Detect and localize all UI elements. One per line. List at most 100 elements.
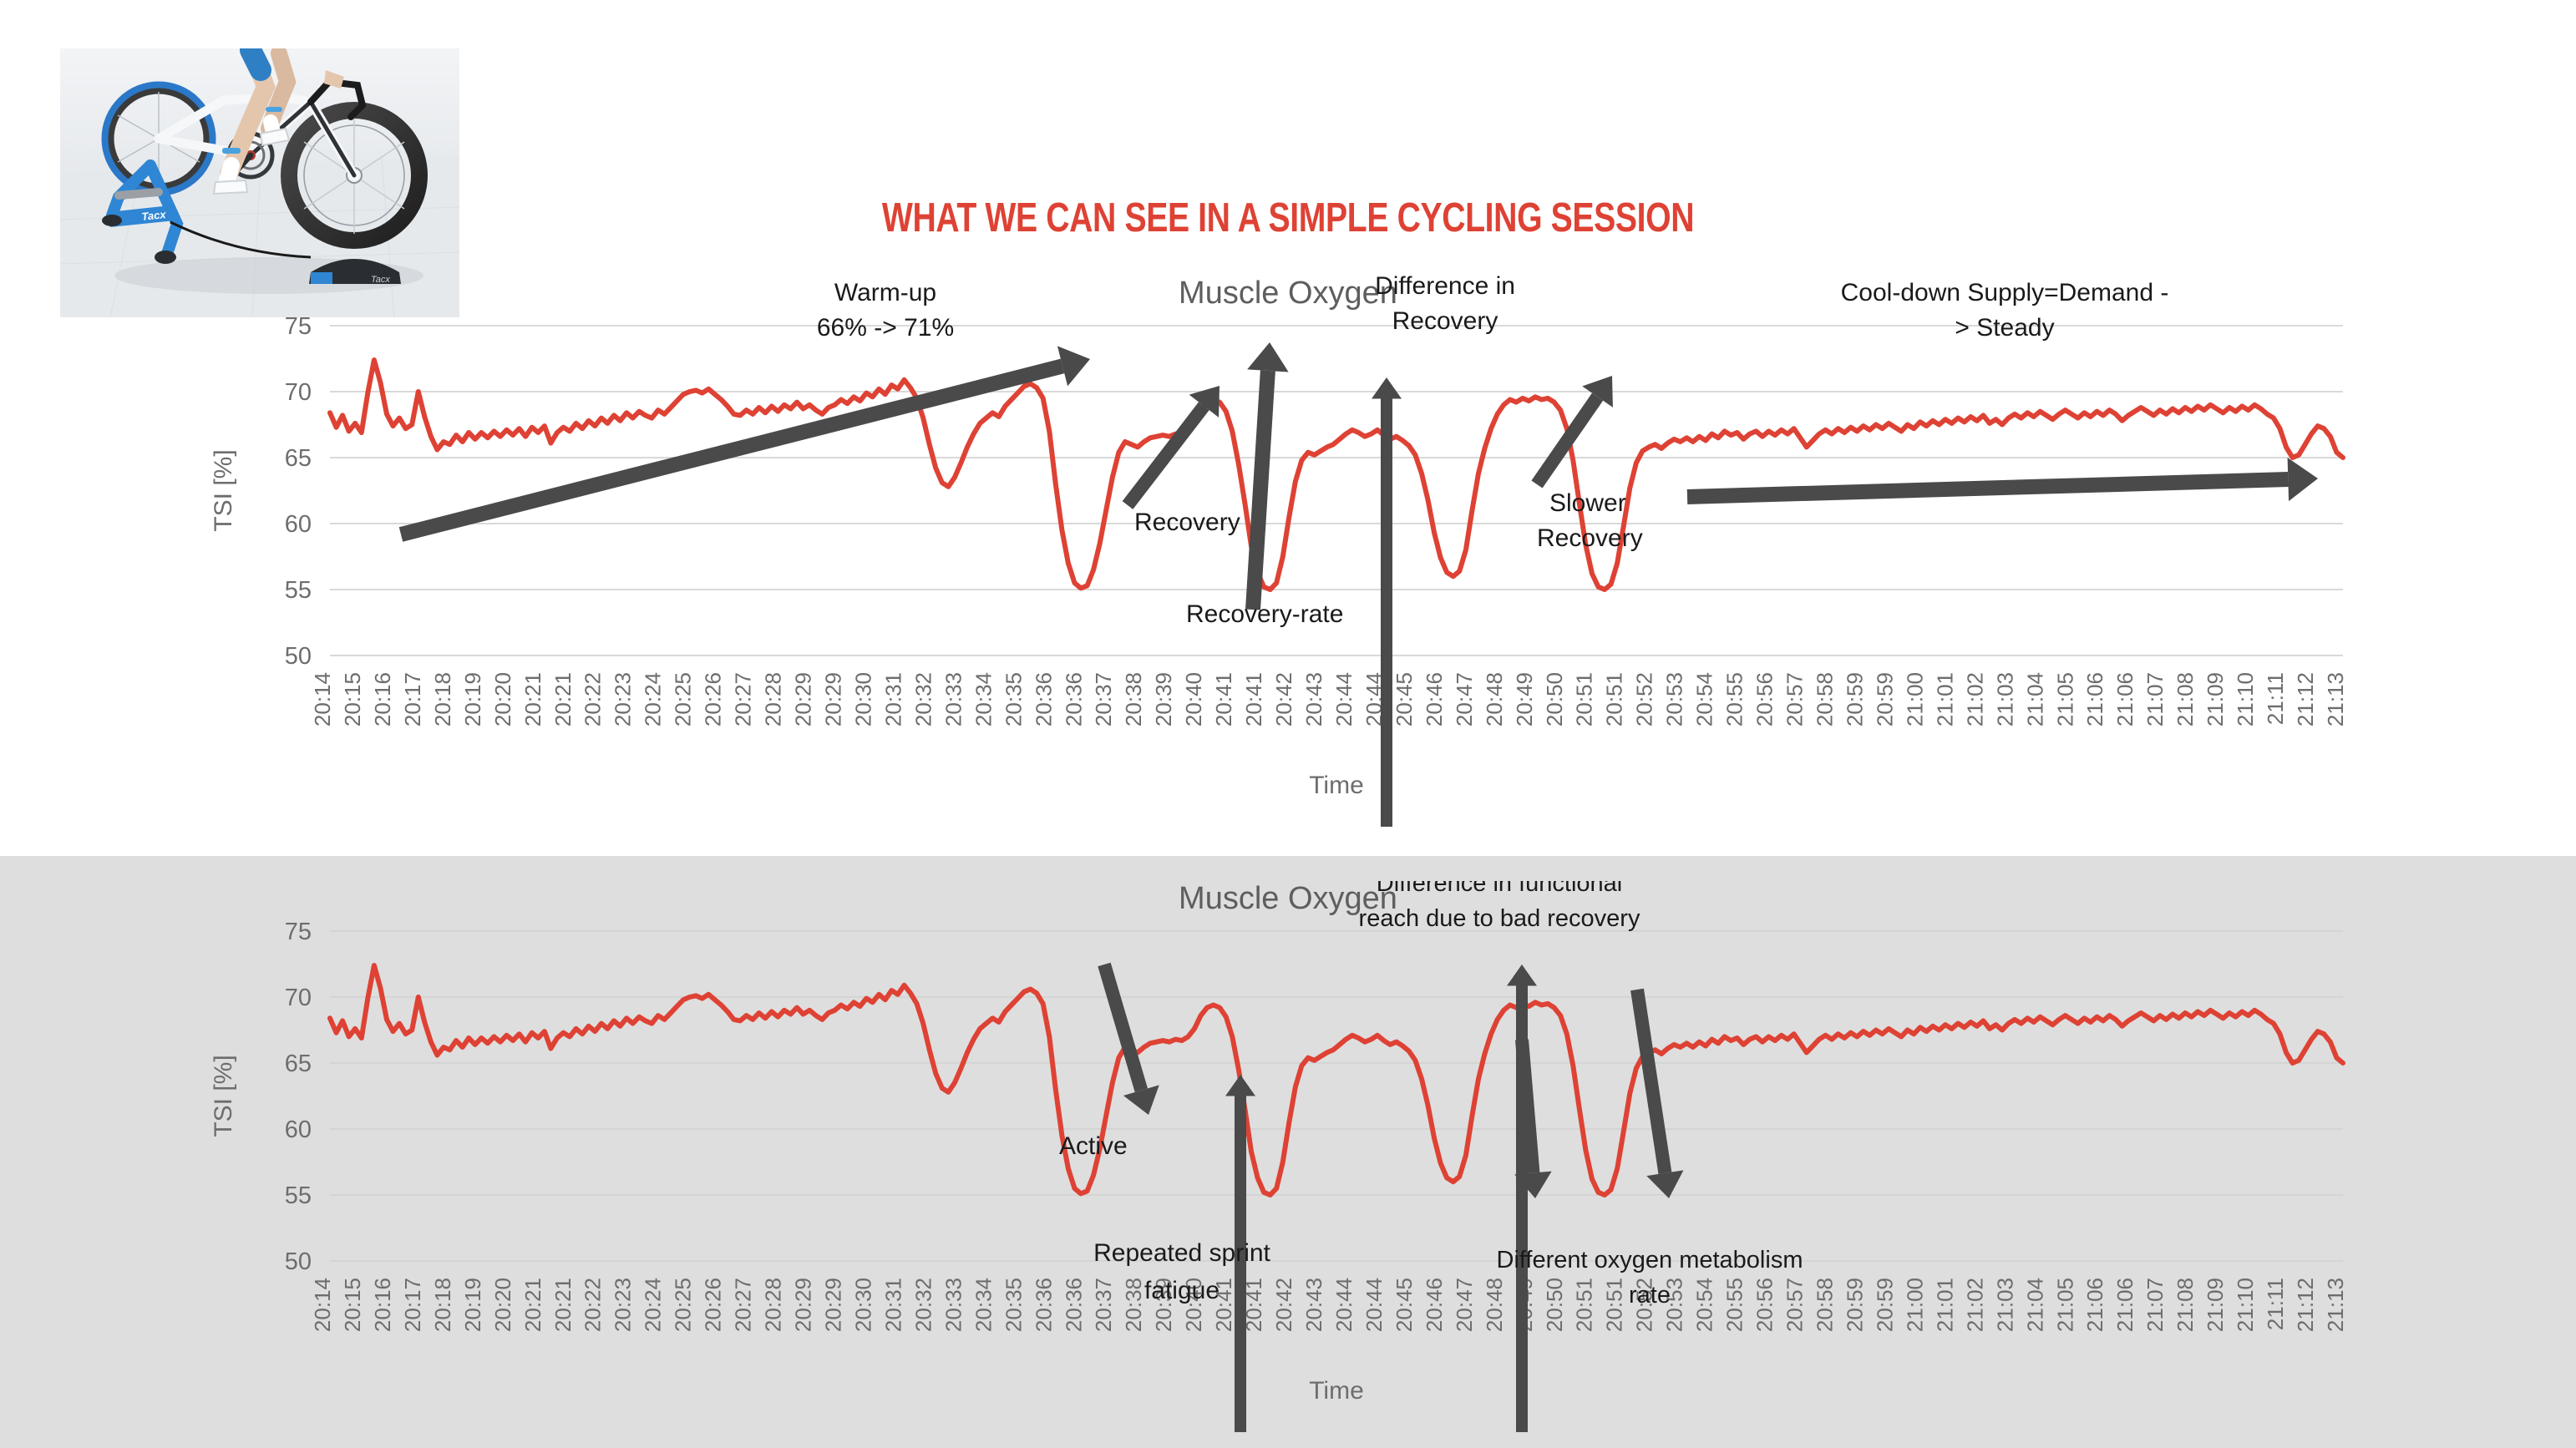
x-axis-tick-label: 20:33: [941, 672, 966, 727]
x-axis-tick-label: 20:59: [1872, 1278, 1897, 1332]
x-axis-tick-label: 21:06: [2112, 1278, 2137, 1332]
svg-text:Tacx: Tacx: [141, 208, 167, 223]
x-axis-tick-label: 20:45: [1392, 672, 1417, 727]
x-axis-tick-label: 20:47: [1452, 1278, 1477, 1332]
x-axis-tick-label: 20:41: [1211, 672, 1236, 727]
x-axis-tick-label: 21:05: [2052, 1278, 2077, 1332]
y-axis-tick-label: 70: [285, 985, 312, 1011]
annotation-label-recovery: Recovery: [1134, 509, 1240, 536]
x-axis-tick-label: 20:25: [671, 672, 696, 727]
annotation-label-warmup-line1: Warm-up: [834, 279, 936, 306]
y-axis-tick-label: 70: [285, 379, 312, 406]
x-axis-tick-label: 20:36: [1031, 1278, 1056, 1332]
x-axis-tick-label: 20:38: [1121, 672, 1146, 727]
x-axis-tick-label: 21:11: [2263, 672, 2288, 725]
x-axis-tick-label: 20:59: [1842, 672, 1867, 727]
annotation-arrow-recovery-rate: [1245, 342, 1289, 610]
x-axis-tick-label: 20:21: [520, 672, 545, 727]
x-axis-tick-label: 20:30: [850, 672, 875, 727]
x-axis-tick-label: 20:44: [1362, 1278, 1387, 1332]
x-axis-tick-label: 21:06: [2082, 672, 2107, 727]
x-axis-tick-label: 20:26: [701, 1278, 726, 1332]
y-axis-tick-label: 65: [285, 445, 312, 472]
x-axis-tick-label: 20:35: [1001, 672, 1026, 727]
annotation-arrow-recovery-rate-shaft: [1245, 370, 1275, 610]
x-axis-tick-label: 21:01: [1932, 1278, 1957, 1332]
chart-muscle-oxygen-top: Muscle Oxygen 75 70 65 60 55 50 TSI [%] 20:14 20…: [0, 276, 2576, 827]
annotation-label-functional-line1: Difference in functional: [1377, 881, 1622, 897]
x-axis-tick-label: 20:48: [1482, 1278, 1507, 1332]
annotation-arrow-active-shaft: [1098, 962, 1149, 1092]
x-axis-tick-label: 20:54: [1692, 1278, 1717, 1332]
x-axis-tick-label: 20:46: [1422, 672, 1447, 727]
y-axis-title: TSI [%]: [210, 1055, 237, 1137]
x-axis-tick-label: 20:50: [1542, 672, 1567, 727]
x-axis-tick-label: 20:15: [340, 672, 365, 727]
x-axis-tick-label: 20:19: [460, 672, 485, 727]
x-axis-tick-label: 21:13: [2323, 672, 2348, 727]
x-axis-tick-label: 20:29: [820, 672, 845, 727]
annotation-label-metabolism-line2: rate: [1629, 1282, 1671, 1309]
x-axis-tick-label: 20:17: [400, 672, 425, 727]
x-axis-tick-label: 21:03: [1992, 672, 2017, 727]
x-axis-tick-label: 21:09: [2203, 672, 2228, 727]
x-axis-tick-label: 20:39: [1151, 672, 1176, 727]
annotation-arrow-metabolism-2-shaft: [1630, 988, 1672, 1174]
x-axis-tick-label: 21:03: [1992, 1278, 2017, 1332]
annotation-label-functional-line2: reach due to bad recovery: [1359, 905, 1640, 932]
x-axis-title: Time: [1309, 772, 1364, 799]
x-axis-tick-label: 20:20: [490, 1278, 515, 1332]
x-axis-tick-label: 20:30: [850, 1278, 875, 1332]
x-axis-tick-label: 21:07: [2142, 672, 2168, 727]
annotation-arrow-metabolism-2: [1630, 988, 1684, 1198]
x-axis-tick-label: 20:32: [910, 672, 936, 727]
x-axis-tick-label: 21:09: [2203, 1278, 2228, 1332]
annotation-label-slower-line2: Recovery: [1537, 524, 1643, 552]
x-axis-tick-label: 21:06: [2112, 672, 2137, 727]
x-axis-tick-label: 20:16: [370, 1278, 395, 1332]
x-axis-tick-label: 20:34: [971, 1278, 996, 1332]
annotation-label-sprint-line2: fatigue: [1144, 1277, 1220, 1304]
chart-canvas-top: 757065605550TSI [%]20:14 20:15 20:16 20:17 2…: [210, 276, 2348, 827]
x-axis-tick-label: 20:16: [370, 672, 395, 727]
x-axis-tick-label: 20:36: [1061, 1278, 1086, 1332]
annotation-label-recovery-rate: Recovery-rate: [1186, 600, 1343, 628]
x-axis-tick-label: 20:58: [1813, 1278, 1838, 1332]
y-axis-title: TSI [%]: [210, 449, 237, 531]
annotation-arrow-recovery-rate-head: [1247, 342, 1289, 372]
annotation-label-warmup-line2: 66% -> 71%: [817, 314, 954, 342]
x-axis-title: Time: [1309, 1377, 1364, 1405]
annotation-label-diff-recovery-line1: Difference in: [1375, 276, 1515, 300]
annotation-label-cooldown-line2: > Steady: [1955, 314, 2054, 342]
x-axis-tick-label: 21:10: [2233, 672, 2258, 727]
x-axis-tick-label: 20:58: [1813, 672, 1838, 727]
page-title: WHAT WE CAN SEE IN A SIMPLE CYCLING SESS…: [881, 195, 1695, 240]
y-axis-tick-label: 50: [285, 1248, 312, 1275]
annotation-label-active: Active: [1059, 1132, 1128, 1160]
x-axis-tick-label: 20:37: [1091, 1278, 1116, 1332]
x-axis-tick-label: 20:51: [1602, 1278, 1627, 1332]
annotation-label-diff-recovery-line2: Recovery: [1392, 307, 1498, 335]
y-axis-tick-label: 75: [285, 313, 312, 340]
x-axis-tick-label: 21:07: [2142, 1278, 2168, 1332]
x-axis-tick-label: 21:13: [2323, 1278, 2348, 1332]
annotation-double-arrow-functional-reach-head-up: [1507, 964, 1537, 986]
x-axis-tick-label: 20:23: [611, 672, 636, 727]
x-axis-tick-label: 20:51: [1572, 1278, 1597, 1332]
x-axis-tick-label: 21:02: [1962, 672, 1987, 727]
y-axis-tick-label: 60: [285, 1116, 312, 1143]
x-axis-tick-label: 20:54: [1692, 672, 1717, 727]
x-axis-tick-label: 20:18: [430, 672, 455, 727]
x-axis-tick-label: 20:48: [1482, 672, 1507, 727]
x-axis-tick-label: 20:26: [701, 672, 726, 727]
x-axis-tick-label: 20:31: [880, 1278, 905, 1332]
x-axis-tick-label: 20:59: [1872, 672, 1897, 727]
x-axis-tick-label: 20:46: [1422, 1278, 1447, 1332]
x-axis-tick-label: 20:36: [1061, 672, 1086, 727]
x-axis-tick-label: 20:49: [1512, 672, 1537, 727]
chart-canvas-bottom: 757065605550TSI [%]20:14 20:15 20:16 20:17 2…: [210, 881, 2348, 1432]
x-axis-tick-label: 20:41: [1241, 672, 1266, 727]
x-axis-tick-label: 21:01: [1932, 672, 1957, 727]
x-axis-tick-label: 20:22: [581, 672, 606, 727]
annotation-arrow-metabolism-2-head: [1646, 1170, 1684, 1198]
